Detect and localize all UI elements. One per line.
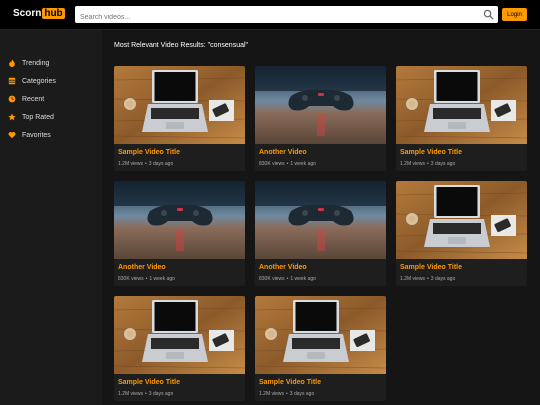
top-bar: Scorn hub Login <box>0 0 540 30</box>
video-age: 1 week ago <box>149 276 175 282</box>
video-views: 1.2M views <box>118 391 144 397</box>
sidebar-item-trending[interactable]: Trending <box>8 57 49 69</box>
video-thumbnail[interactable] <box>114 296 245 374</box>
video-views: 1.2M views <box>118 161 144 167</box>
sidebar-item-label: Top Rated <box>22 113 54 121</box>
logo-text-left: Scorn <box>13 8 42 19</box>
video-thumbnail[interactable] <box>255 296 386 374</box>
video-title[interactable]: Sample Video Title <box>259 379 321 386</box>
video-meta: 1.2M views • 3 days ago <box>259 391 315 397</box>
search-input[interactable] <box>75 9 475 26</box>
video-meta: 1.2M views • 3 days ago <box>118 391 174 397</box>
clock-icon <box>8 95 16 103</box>
video-title[interactable]: Another Video <box>259 264 307 271</box>
sidebar-item-favorites[interactable]: Favorites <box>8 129 51 141</box>
video-views: 1.2M views <box>400 276 426 282</box>
heart-icon <box>8 132 16 139</box>
video-age: 3 days ago <box>430 161 456 167</box>
sidebar: Trending Categories Recent Top Rated Fav… <box>0 30 102 405</box>
video-meta: 830K views • 1 week ago <box>118 276 175 282</box>
sidebar-item-label: Trending <box>22 59 50 67</box>
results-title: Most Relevant Video Results: "consensual… <box>114 42 249 49</box>
video-thumbnail[interactable] <box>114 66 245 144</box>
video-views: 830K views <box>259 276 285 282</box>
video-card[interactable]: Sample Video Title 1.2M views • 3 days ago <box>255 296 386 401</box>
video-title[interactable]: Sample Video Title <box>118 149 180 156</box>
video-thumbnail[interactable] <box>114 181 245 259</box>
fire-icon <box>9 59 15 67</box>
video-thumbnail[interactable] <box>255 66 386 144</box>
video-card[interactable]: Sample Video Title 1.2M views • 3 days ago <box>114 66 245 171</box>
video-card[interactable]: Another Video 830K views • 1 week ago <box>114 181 245 286</box>
site-logo[interactable]: Scorn hub <box>13 8 65 19</box>
video-card[interactable]: Another Video 830K views • 1 week ago <box>255 181 386 286</box>
video-card[interactable]: Another Video 830K views • 1 week ago <box>255 66 386 171</box>
video-thumbnail[interactable] <box>255 181 386 259</box>
video-age: 3 days ago <box>289 391 315 397</box>
video-title[interactable]: Sample Video Title <box>118 379 180 386</box>
video-age: 1 week ago <box>290 161 316 167</box>
video-meta: 830K views • 1 week ago <box>259 276 316 282</box>
video-card[interactable]: Sample Video Title 1.2M views • 3 days ago <box>114 296 245 401</box>
video-card[interactable]: Sample Video Title 1.2M views • 3 days ago <box>396 181 527 286</box>
video-title[interactable]: Sample Video Title <box>400 149 462 156</box>
video-views: 830K views <box>259 161 285 167</box>
video-thumbnail[interactable] <box>396 181 527 259</box>
video-meta: 1.2M views • 3 days ago <box>400 276 456 282</box>
sidebar-item-categories[interactable]: Categories <box>8 75 56 87</box>
video-age: 1 week ago <box>290 276 316 282</box>
sidebar-item-label: Recent <box>22 95 45 103</box>
video-age: 3 days ago <box>148 161 174 167</box>
video-card[interactable]: Sample Video Title 1.2M views • 3 days ago <box>396 66 527 171</box>
sidebar-item-label: Categories <box>22 77 56 85</box>
video-title[interactable]: Another Video <box>118 264 166 271</box>
video-thumbnail[interactable] <box>396 66 527 144</box>
login-button[interactable]: Login <box>502 8 527 21</box>
logo-text-right: hub <box>42 8 65 19</box>
video-views: 830K views <box>118 276 144 282</box>
video-meta: 830K views • 1 week ago <box>259 161 316 167</box>
sidebar-item-label: Favorites <box>22 131 51 139</box>
search-box <box>75 6 498 26</box>
video-title[interactable]: Sample Video Title <box>400 264 462 271</box>
grid-icon <box>8 77 16 85</box>
video-age: 3 days ago <box>148 391 174 397</box>
video-meta: 1.2M views • 3 days ago <box>400 161 456 167</box>
search-icon[interactable] <box>483 9 494 20</box>
sidebar-item-recent[interactable]: Recent <box>8 93 44 105</box>
video-views: 1.2M views <box>259 391 285 397</box>
video-meta: 1.2M views • 3 days ago <box>118 161 174 167</box>
sidebar-item-top-rated[interactable]: Top Rated <box>8 111 54 123</box>
video-age: 3 days ago <box>430 276 456 282</box>
video-views: 1.2M views <box>400 161 426 167</box>
star-icon <box>8 113 16 121</box>
video-title[interactable]: Another Video <box>259 149 307 156</box>
